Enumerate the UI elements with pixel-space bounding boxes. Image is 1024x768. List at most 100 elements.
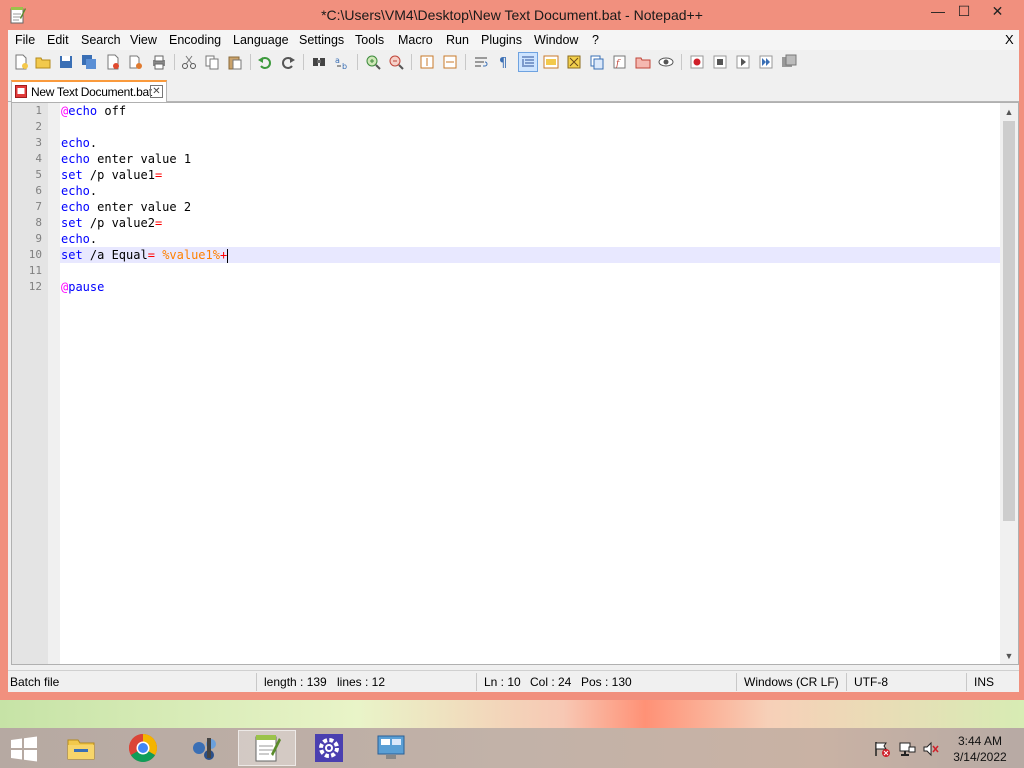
code-token: set: [61, 248, 83, 262]
menu-plugins[interactable]: Plugins: [481, 33, 522, 47]
code-line[interactable]: [60, 263, 1000, 279]
clock-date[interactable]: 3/14/2022: [945, 750, 1015, 764]
menu-window[interactable]: Window: [534, 33, 578, 47]
chrome-icon[interactable]: [114, 730, 172, 766]
menu-view[interactable]: View: [130, 33, 157, 47]
code-line[interactable]: echo.: [60, 231, 1000, 247]
notepadpp-icon[interactable]: [238, 730, 296, 766]
network-icon[interactable]: [898, 740, 916, 758]
code-line[interactable]: set /p value2=: [60, 215, 1000, 231]
undo-icon[interactable]: [256, 53, 274, 71]
scrollbar-thumb[interactable]: [1003, 121, 1015, 521]
close-window-button[interactable]: ✕: [975, 0, 1020, 22]
scroll-down-icon[interactable]: ▼: [1000, 647, 1018, 664]
status-column: Col : 24: [530, 675, 572, 689]
windows-start-icon[interactable]: [9, 736, 39, 762]
menu-encoding[interactable]: Encoding: [169, 33, 221, 47]
line-number: 12: [28, 280, 42, 293]
save-icon[interactable]: [57, 53, 75, 71]
line-number: 5: [35, 168, 42, 181]
status-separator: [846, 673, 847, 691]
menu-settings[interactable]: Settings: [299, 33, 344, 47]
code-line[interactable]: echo.: [60, 183, 1000, 199]
menu-tools[interactable]: Tools: [355, 33, 384, 47]
menu-macro[interactable]: Macro: [398, 33, 433, 47]
tab-close-button[interactable]: ✕: [150, 85, 163, 98]
code-line[interactable]: echo enter value 1: [60, 151, 1000, 167]
folder-workspace-icon[interactable]: f: [611, 53, 629, 71]
open-file-icon[interactable]: [34, 53, 52, 71]
settings-gear-icon[interactable]: [300, 730, 358, 766]
svg-text:b: b: [342, 62, 347, 70]
run-macro-multiple-icon[interactable]: [757, 53, 775, 71]
network-app-icon[interactable]: [176, 730, 234, 766]
toolbar-separator: [303, 54, 304, 70]
code-token: .: [89, 136, 98, 150]
monitoring-icon[interactable]: [657, 53, 675, 71]
menu-edit[interactable]: Edit: [47, 33, 69, 47]
toolbar-separator: [357, 54, 358, 70]
code-line[interactable]: [60, 119, 1000, 135]
vertical-scrollbar[interactable]: ▲ ▼: [1000, 103, 1018, 664]
code-token: enter value 2: [89, 200, 192, 214]
editor-pane[interactable]: 1 2 3 4 5 6 7 8 9 10 11 12 @echo off echo. echo enter…: [11, 102, 1019, 665]
title-bar[interactable]: *C:\Users\VM4\Desktop\New Text Document.…: [0, 0, 1024, 30]
code-token: %value1%: [162, 248, 220, 262]
tab-new-text-document[interactable]: New Text Document.bat ✕: [11, 80, 167, 102]
code-line[interactable]: echo.: [60, 135, 1000, 151]
doc-map-icon[interactable]: [565, 53, 583, 71]
menu-help[interactable]: ?: [592, 33, 599, 47]
redo-icon[interactable]: [279, 53, 297, 71]
code-line[interactable]: @echo off: [60, 103, 1000, 119]
play-macro-icon[interactable]: [734, 53, 752, 71]
word-wrap-icon[interactable]: [472, 53, 490, 71]
menu-search[interactable]: Search: [81, 33, 121, 47]
clock-time[interactable]: 3:44 AM: [945, 734, 1015, 748]
sync-vertical-icon[interactable]: [418, 53, 436, 71]
user-language-icon[interactable]: [542, 53, 560, 71]
code-token: +: [219, 248, 228, 262]
new-file-icon[interactable]: [12, 53, 30, 71]
line-number: 9: [35, 232, 42, 245]
menu-language[interactable]: Language: [233, 33, 289, 47]
cut-icon[interactable]: [180, 53, 198, 71]
notepadpp-app-icon[interactable]: [10, 6, 26, 24]
line-number: 1: [35, 104, 42, 117]
close-document-button[interactable]: X: [1005, 32, 1014, 47]
sync-horizontal-icon[interactable]: [441, 53, 459, 71]
code-line[interactable]: @pause: [60, 279, 1000, 295]
close-folder-icon[interactable]: [634, 53, 652, 71]
copy-icon[interactable]: [203, 53, 221, 71]
code-token: echo: [61, 136, 90, 150]
zoom-in-icon[interactable]: [364, 53, 382, 71]
print-icon[interactable]: [150, 53, 168, 71]
menu-file[interactable]: File: [15, 33, 35, 47]
menu-run[interactable]: Run: [446, 33, 469, 47]
toolbar-separator: [465, 54, 466, 70]
save-all-icon[interactable]: [80, 53, 98, 71]
stop-record-icon[interactable]: [711, 53, 729, 71]
scroll-up-icon[interactable]: ▲: [1000, 103, 1018, 120]
code-line[interactable]: set /p value1=: [60, 167, 1000, 183]
file-explorer-icon[interactable]: [52, 730, 110, 766]
code-line[interactable]: set /a Equal= %value1%+: [60, 247, 1000, 263]
function-list-icon[interactable]: [588, 53, 606, 71]
paste-icon[interactable]: [226, 53, 244, 71]
record-macro-icon[interactable]: [688, 53, 706, 71]
code-line[interactable]: echo enter value 2: [60, 199, 1000, 215]
code-token: echo: [61, 232, 90, 246]
close-icon[interactable]: [104, 53, 122, 71]
zoom-out-icon[interactable]: [387, 53, 405, 71]
action-center-flag-icon[interactable]: [873, 740, 891, 758]
code-area[interactable]: @echo off echo. echo enter value 1 set /p v…: [60, 103, 1000, 664]
close-all-icon[interactable]: [127, 53, 145, 71]
indent-guide-icon[interactable]: [518, 52, 538, 72]
fold-margin[interactable]: [48, 103, 60, 664]
replace-icon[interactable]: ab: [333, 53, 351, 71]
show-all-chars-icon[interactable]: ¶: [495, 53, 513, 71]
remote-desktop-icon[interactable]: [362, 730, 420, 766]
status-file-type: Batch file: [10, 675, 60, 689]
volume-muted-icon[interactable]: [922, 740, 940, 758]
find-icon[interactable]: [310, 53, 328, 71]
save-macro-icon[interactable]: [780, 53, 798, 71]
